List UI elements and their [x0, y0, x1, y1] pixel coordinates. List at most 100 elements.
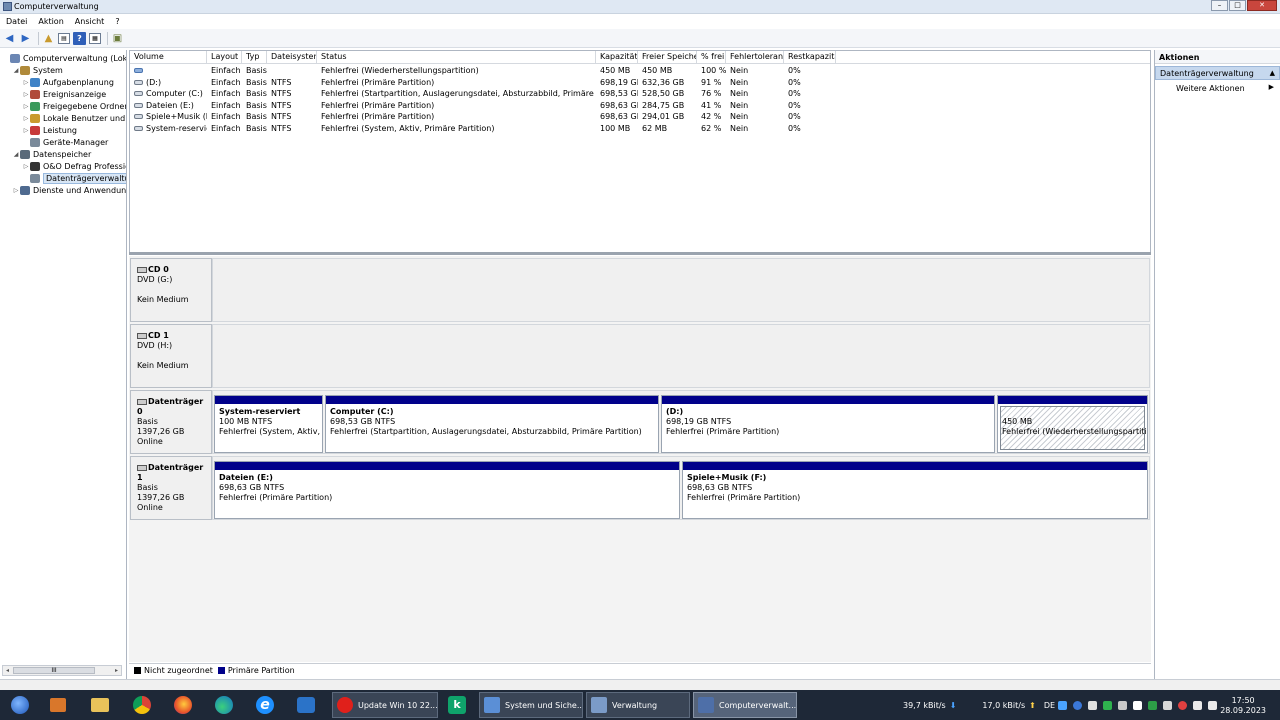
snap-in-icon[interactable]: ▣ — [111, 32, 124, 45]
expand-arrow-icon[interactable]: ▷ — [22, 103, 30, 110]
help-icon[interactable]: ? — [73, 31, 86, 45]
column-header[interactable]: Dateisystem — [267, 51, 317, 63]
task-update-win10[interactable]: Update Win 10 22... — [332, 692, 438, 718]
tree-item[interactable]: ▷ Leistung — [22, 124, 77, 136]
volume-cell-ft: Nein — [730, 100, 749, 110]
back-icon[interactable]: ◀ — [3, 32, 16, 45]
scroll-right-icon[interactable]: ▸ — [112, 666, 121, 675]
forward-icon[interactable]: ▶ — [19, 32, 32, 45]
usb-icon[interactable] — [1118, 700, 1128, 710]
tree-horizontal-scrollbar[interactable]: ◂ III ▸ — [2, 665, 122, 676]
tree-item[interactable]: ▷ Dienste und Anwendungen — [12, 184, 126, 196]
edge-icon[interactable] — [208, 693, 240, 717]
speaker-icon[interactable] — [1088, 700, 1098, 710]
help-tray-icon[interactable] — [1073, 700, 1083, 710]
menu-ansicht[interactable]: Ansicht — [69, 15, 110, 28]
start-button[interactable] — [4, 693, 36, 717]
volume-row[interactable]: System-reserviert Einfach Basis NTFS Fehlerf… — [130, 123, 1150, 134]
disk-label[interactable]: CD 0 DVD (G:) Kein Medium — [130, 258, 212, 322]
partition-block[interactable]: (D:) 698,19 GB NTFS Fehlerfrei (Primäre Pa… — [661, 395, 995, 453]
explorer-icon[interactable] — [84, 693, 116, 717]
menu-datei[interactable]: Datei — [0, 15, 32, 28]
pane-splitter[interactable] — [129, 252, 1151, 255]
volume-row[interactable]: Dateien (E:) Einfach Basis NTFS Fehlerfrei (… — [130, 100, 1150, 111]
partition-block[interactable]: Spiele+Musik (F:) 698,63 GB NTFS Fehlerfre… — [682, 461, 1148, 519]
scroll-thumb[interactable]: III — [13, 667, 95, 674]
column-header[interactable]: Status — [317, 51, 596, 63]
task-computerverwaltung[interactable]: Computerverwalt... — [693, 692, 797, 718]
tree-item[interactable]: Computerverwaltung (Lokal) — [2, 52, 126, 64]
show-hide-tree-icon[interactable]: ▤ — [58, 32, 70, 44]
scroll-left-icon[interactable]: ◂ — [3, 666, 12, 675]
tree-item[interactable]: Datenträgerverwaltung — [22, 172, 126, 184]
collapse-up-icon[interactable]: ▲ — [1270, 69, 1275, 77]
expand-arrow-icon[interactable]: ◢ — [12, 151, 20, 158]
close-button[interactable]: ✕ — [1247, 0, 1277, 11]
partition-block[interactable]: Computer (C:) 698,53 GB NTFS Fehlerfrei (S… — [325, 395, 659, 453]
column-header[interactable]: Layout — [207, 51, 242, 63]
column-header[interactable]: Volume — [130, 51, 207, 63]
column-header[interactable]: Kapazität — [596, 51, 638, 63]
partition-block[interactable]: System-reserviert 100 MB NTFS Fehlerfrei (… — [214, 395, 323, 453]
volume-icon[interactable] — [1208, 700, 1218, 710]
expand-arrow-icon[interactable]: ▷ — [22, 91, 30, 98]
tree-item[interactable]: ◢ Datenspeicher — [12, 148, 91, 160]
internet-explorer-icon[interactable]: e — [249, 693, 281, 717]
volume-row[interactable]: Einfach Basis Fehlerfrei (Wiederherstellun… — [130, 65, 1150, 76]
menu-help[interactable]: ? — [109, 15, 124, 28]
tree-item[interactable]: ▷ Aufgabenplanung — [22, 76, 114, 88]
tree-item[interactable]: ▷ Lokale Benutzer und Gruppen — [22, 112, 126, 124]
chrome-icon[interactable] — [126, 693, 158, 717]
firefox-icon[interactable] — [167, 693, 199, 717]
security-icon[interactable] — [1103, 700, 1113, 710]
disk-size — [137, 351, 211, 361]
volume-row[interactable]: Spiele+Musik (F:) Einfach Basis NTFS Fehlerf… — [130, 111, 1150, 122]
partition-block[interactable]: 450 MB Fehlerfrei (Wiederherstellungspart… — [997, 395, 1148, 453]
tree-item[interactable]: ▷ O&O Defrag Professional — [22, 160, 126, 172]
partition-title: Dateien (E:) — [219, 473, 273, 482]
display-icon[interactable] — [1163, 700, 1173, 710]
task-system-security[interactable]: System und Siche... — [479, 692, 583, 718]
kaspersky-icon[interactable]: k — [441, 693, 473, 717]
volume-cell-typ: Basis — [246, 77, 267, 87]
partition-block[interactable]: Dateien (E:) 698,63 GB NTFS Fehlerfrei (Pr… — [214, 461, 680, 519]
column-header[interactable]: % frei — [697, 51, 726, 63]
clock[interactable]: 17:50 28.09.2023 — [1220, 696, 1266, 716]
more-actions-item[interactable]: Weitere Aktionen ▶ — [1155, 80, 1280, 94]
kaspersky-tray-icon[interactable] — [1148, 700, 1158, 710]
maximize-button[interactable]: □ — [1229, 0, 1246, 11]
media-player-icon[interactable] — [42, 693, 74, 717]
disk-label[interactable]: Datenträger 1 Basis 1397,26 GB Online — [130, 456, 212, 520]
wifi-icon[interactable] — [1193, 700, 1203, 710]
antivirus-tray-icon[interactable] — [1178, 700, 1188, 710]
disk-label[interactable]: Datenträger 0 Basis 1397,26 GB Online — [130, 390, 212, 454]
expand-arrow-icon[interactable]: ▷ — [22, 115, 30, 122]
column-header[interactable]: Restkapazität — [784, 51, 836, 63]
disk-label[interactable]: CD 1 DVD (H:) Kein Medium — [130, 324, 212, 388]
tree-item[interactable]: ◢ System — [12, 64, 63, 76]
column-header[interactable]: Fehlertoleranz — [726, 51, 784, 63]
volume-cell-volume: Computer (C:) — [134, 88, 207, 99]
tree-item[interactable]: ▷ Ereignisanzeige — [22, 88, 106, 100]
expand-arrow-icon[interactable]: ◢ — [12, 67, 20, 74]
expand-arrow-icon[interactable]: ▷ — [22, 79, 30, 86]
task-verwaltung[interactable]: Verwaltung — [586, 692, 690, 718]
menu-aktion[interactable]: Aktion — [32, 15, 68, 28]
minimize-button[interactable]: – — [1211, 0, 1228, 11]
tree-item[interactable]: ▷ Freigegebene Ordner — [22, 100, 126, 112]
expand-arrow-icon[interactable]: ▷ — [12, 187, 20, 194]
expand-arrow-icon[interactable]: ▷ — [22, 163, 30, 170]
actions-section-disk-management[interactable]: Datenträgerverwaltung ▲ — [1155, 66, 1280, 80]
volume-row[interactable]: Computer (C:) Einfach Basis NTFS Fehlerfrei … — [130, 88, 1150, 99]
outlook-icon[interactable] — [290, 693, 322, 717]
properties-icon[interactable]: ▦ — [89, 32, 101, 44]
network-icon[interactable] — [1058, 700, 1068, 710]
column-header[interactable]: Typ — [242, 51, 267, 63]
volume-row[interactable]: (D:) Einfach Basis NTFS Fehlerfrei (Primäre … — [130, 77, 1150, 88]
expand-arrow-icon[interactable]: ▷ — [22, 127, 30, 134]
tree-item[interactable]: Geräte-Manager — [22, 136, 108, 148]
column-header[interactable]: Freier Speicher — [638, 51, 697, 63]
language-indicator[interactable]: DE — [1044, 701, 1055, 710]
up-folder-icon[interactable]: ▲ — [42, 32, 55, 45]
notification-icon[interactable] — [1133, 700, 1143, 710]
